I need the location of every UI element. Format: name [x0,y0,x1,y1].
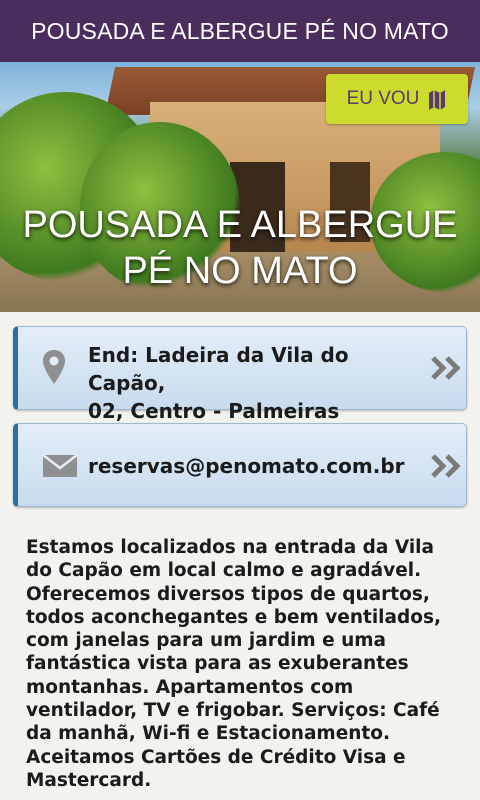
envelope-icon [42,454,78,477]
header-title: POUSADA E ALBERGUE PÉ NO MATO [31,17,449,44]
email-address: reservas@penomato.com.br [88,454,405,478]
hero-banner: EU VOU POUSADA E ALBERGUE PÉ NO MATO [0,62,480,312]
email-text: reservas@penomato.com.br [88,452,416,480]
email-card[interactable]: reservas@penomato.com.br [13,423,467,507]
hero-title-line2: PÉ NO MATO [122,250,358,292]
eu-vou-label: EU VOU [346,88,420,109]
map-icon [429,90,446,110]
address-text: End: Ladeira da Vila do Capão, 02, Centr… [88,341,416,425]
eu-vou-button[interactable]: EU VOU [326,74,468,124]
address-line1: End: Ladeira da Vila do Capão, [88,343,349,395]
description-text: Estamos localizados na entrada da Vila d… [26,537,441,791]
address-card[interactable]: End: Ladeira da Vila do Capão, 02, Centr… [13,326,467,423]
chevron-right-icon [431,356,461,380]
address-line2: 02, Centro - Palmeiras [88,399,340,423]
hero-title-line1: POUSADA E ALBERGUE [22,204,458,246]
chevron-right-icon [431,454,461,478]
map-pin-icon [43,350,65,384]
hero-title: POUSADA E ALBERGUE PÉ NO MATO [0,202,480,294]
app-header: POUSADA E ALBERGUE PÉ NO MATO [0,0,480,62]
